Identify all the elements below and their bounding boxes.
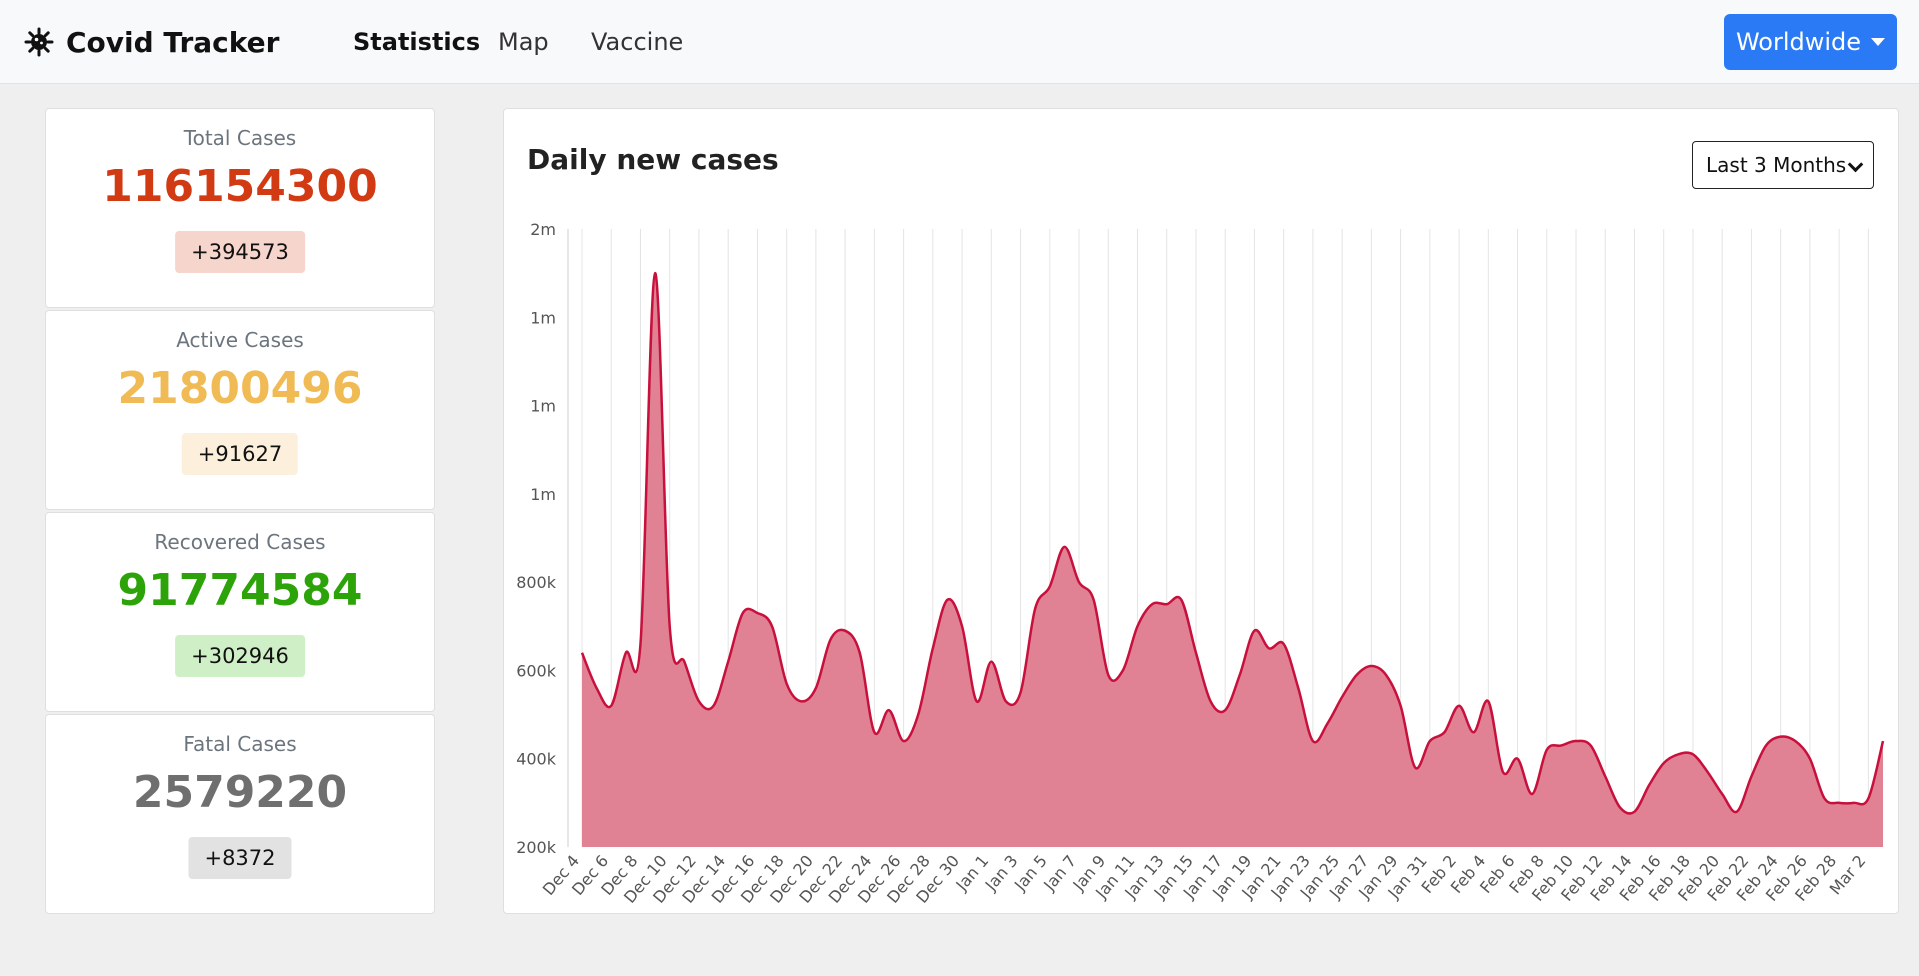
nav-link-statistics[interactable]: Statistics [353, 28, 480, 56]
y-tick-label: 1m [530, 397, 556, 416]
x-tick-label: Jan 3 [981, 851, 1022, 895]
virus-icon [24, 27, 54, 57]
nav-link-map[interactable]: Map [498, 28, 549, 56]
stat-value: 2579220 [132, 767, 348, 818]
stat-value: 21800496 [117, 363, 363, 414]
caret-down-icon [1871, 38, 1886, 46]
range-select-value: Last 3 Months [1706, 153, 1847, 177]
y-tick-label: 400k [516, 750, 557, 769]
stat-delta-badge: +8372 [188, 837, 292, 879]
range-select[interactable]: Last 3 Months [1692, 141, 1874, 189]
brand-name: Covid Tracker [66, 25, 280, 59]
stat-value: 116154300 [102, 161, 378, 212]
region-dropdown-button[interactable]: Worldwide [1724, 14, 1897, 70]
stat-card-total: Total Cases 116154300 +394573 [45, 108, 435, 308]
chevron-down-icon [1847, 156, 1864, 173]
stat-title: Total Cases [183, 126, 297, 150]
stat-delta-badge: +394573 [175, 231, 305, 273]
stat-delta-badge: +91627 [181, 433, 299, 475]
y-tick-label: 1m [530, 485, 556, 504]
nav-link-vaccine[interactable]: Vaccine [591, 28, 683, 56]
stat-delta-badge: +302946 [175, 635, 305, 677]
chart-card: 200k 400k 600k 800k 1m 1m 1m 2m Dec 4 Dec 6 Dec 8D… [503, 108, 1899, 914]
x-tick-label: Jan 7 [1039, 851, 1080, 895]
top-navbar: Covid Tracker Statistics Map Vaccine Wor… [0, 0, 1919, 84]
stat-card-recovered: Recovered Cases 91774584 +302946 [45, 512, 435, 712]
stat-title: Fatal Cases [183, 732, 297, 756]
region-label: Worldwide [1735, 28, 1862, 56]
stat-card-active: Active Cases 21800496 +91627 [45, 310, 435, 510]
stat-title: Active Cases [176, 328, 304, 352]
chart-title: Daily new cases [527, 143, 779, 176]
y-tick-label: 1m [530, 308, 556, 327]
area-fill [582, 273, 1883, 847]
x-tick-label: Jan 5 [1010, 851, 1051, 895]
y-tick-label: 600k [516, 661, 557, 680]
x-tick-label: Jan 1 [951, 851, 992, 895]
stat-title: Recovered Cases [154, 530, 326, 554]
daily-cases-chart: 200k400k600k800k1m1m1m2mDec 4Dec 6Dec 8D… [516, 220, 1885, 907]
y-tick-label: 800k [516, 573, 557, 592]
brand[interactable]: Covid Tracker [24, 24, 279, 60]
stat-value: 91774584 [117, 565, 363, 616]
stat-card-fatal: Fatal Cases 2579220 +8372 [45, 714, 435, 914]
y-tick-label: 2m [530, 220, 556, 239]
y-tick-label: 200k [516, 838, 557, 857]
